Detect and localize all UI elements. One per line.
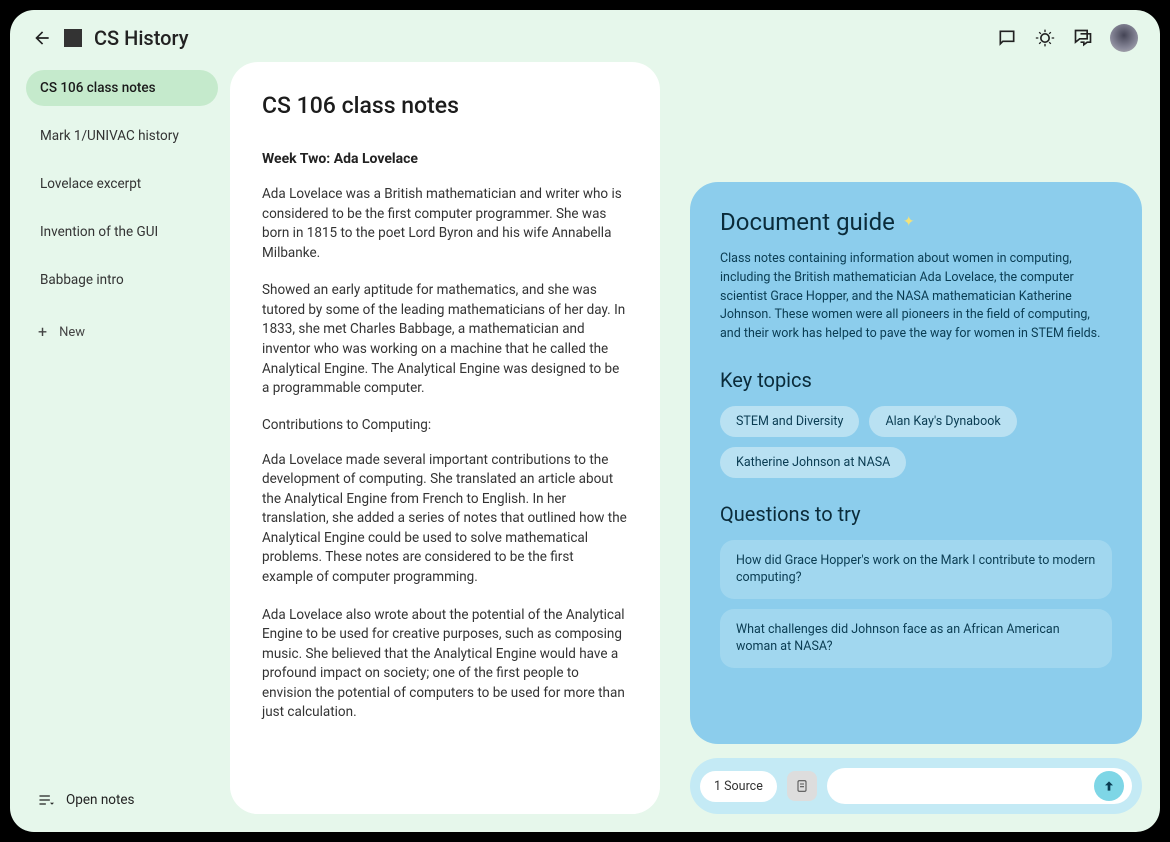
guide-card: Document guide ✦ Class notes containing …: [690, 182, 1142, 744]
source-pill[interactable]: 1 Source: [700, 771, 777, 802]
document-paragraph: Showed an early aptitude for mathematics…: [262, 281, 628, 398]
chat-input-wrap: [827, 768, 1132, 804]
user-avatar[interactable]: [1110, 24, 1138, 52]
suggested-question[interactable]: What challenges did Johnson face as an A…: [720, 609, 1112, 668]
main: CS 106 class notes Mark 1/UNIVAC history…: [10, 62, 1160, 832]
new-label: New: [59, 325, 85, 340]
bug-icon: [1035, 28, 1055, 48]
guide-title: Document guide ✦: [720, 208, 1112, 236]
suggested-question[interactable]: How did Grace Hopper's work on the Mark …: [720, 540, 1112, 599]
chat-input-row: 1 Source: [690, 758, 1142, 814]
chat-input[interactable]: [841, 779, 1094, 794]
questions-heading: Questions to try: [720, 502, 1112, 526]
document-paragraph: Ada Lovelace made several important cont…: [262, 451, 628, 588]
chat-bubble-icon: [997, 28, 1017, 48]
debug-button[interactable]: [1034, 27, 1056, 49]
source-settings-button[interactable]: [787, 771, 817, 801]
new-note-button[interactable]: + New: [26, 316, 218, 348]
open-notes-button[interactable]: Open notes: [26, 784, 218, 816]
sidebar: CS 106 class notes Mark 1/UNIVAC history…: [10, 62, 230, 832]
notes-icon: [38, 792, 54, 808]
back-button[interactable]: [32, 28, 52, 48]
document-panel: CS 106 class notes Week Two: Ada Lovelac…: [230, 62, 660, 814]
document-paragraph: Ada Lovelace was a British mathematician…: [262, 185, 628, 263]
sidebar-list: CS 106 class notes Mark 1/UNIVAC history…: [26, 70, 218, 308]
sidebar-item-lovelace[interactable]: Lovelace excerpt: [26, 166, 218, 202]
feedback-button[interactable]: [996, 27, 1018, 49]
document-paragraph: Ada Lovelace also wrote about the potent…: [262, 606, 628, 723]
plus-icon: +: [38, 324, 47, 340]
app-window: CS History CS 106 class notes Mark 1/UNI…: [10, 10, 1160, 832]
document-subheading: Contributions to Computing:: [262, 417, 628, 433]
document-title: CS 106 class notes: [262, 92, 628, 119]
sidebar-item-cs106[interactable]: CS 106 class notes: [26, 70, 218, 106]
guide-title-text: Document guide: [720, 208, 895, 236]
arrow-left-icon: [32, 28, 52, 48]
topic-chip[interactable]: Katherine Johnson at NASA: [720, 447, 906, 478]
open-notes-label: Open notes: [66, 792, 135, 808]
guide-description: Class notes containing information about…: [720, 250, 1112, 344]
content-area: CS 106 class notes Week Two: Ada Lovelac…: [230, 62, 1160, 832]
sidebar-item-babbage[interactable]: Babbage intro: [26, 262, 218, 298]
topic-chip[interactable]: Alan Kay's Dynabook: [869, 406, 1016, 437]
fade-overlay: [230, 734, 660, 814]
chat-button[interactable]: [1072, 27, 1094, 49]
topic-chip[interactable]: STEM and Diversity: [720, 406, 859, 437]
send-button[interactable]: [1094, 771, 1124, 801]
sidebar-item-gui[interactable]: Invention of the GUI: [26, 214, 218, 250]
key-topics-chips: STEM and Diversity Alan Kay's Dynabook K…: [720, 406, 1112, 478]
document-settings-icon: [794, 778, 810, 794]
chat-icon: [1073, 28, 1093, 48]
sparkle-icon: ✦: [903, 214, 915, 230]
document-section-heading: Week Two: Ada Lovelace: [262, 151, 628, 167]
guide-panel: Document guide ✦ Class notes containing …: [690, 62, 1142, 814]
key-topics-heading: Key topics: [720, 368, 1112, 392]
arrow-up-icon: [1101, 778, 1117, 794]
questions-list: How did Grace Hopper's work on the Mark …: [720, 540, 1112, 668]
document-icon: [64, 29, 82, 47]
app-title: CS History: [94, 26, 189, 50]
sidebar-item-mark1[interactable]: Mark 1/UNIVAC history: [26, 118, 218, 154]
topbar: CS History: [10, 10, 1160, 62]
